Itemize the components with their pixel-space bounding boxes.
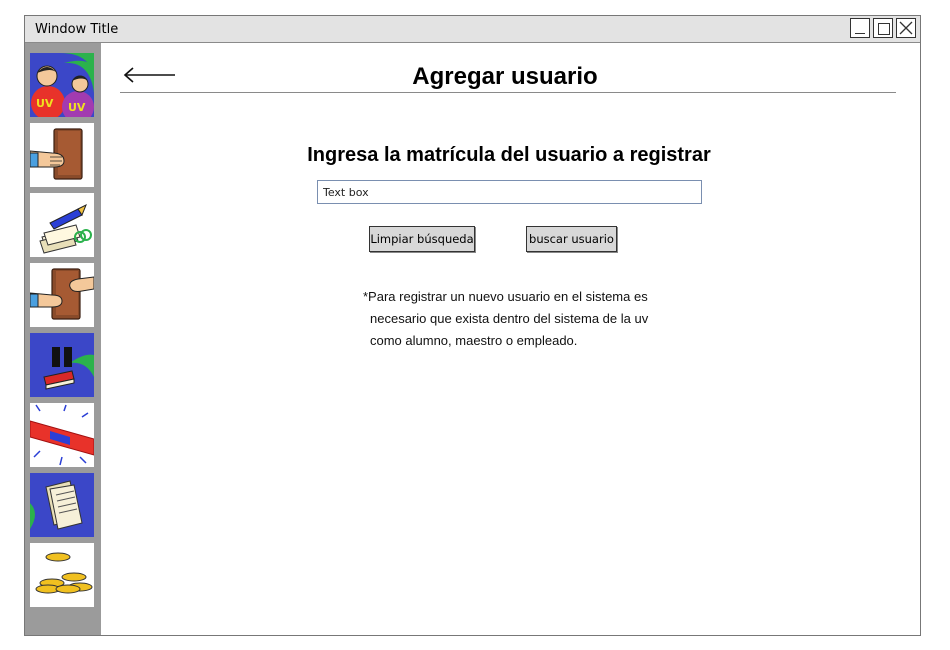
maximize-icon[interactable] (873, 18, 893, 38)
pause-book-icon (30, 333, 94, 397)
sidebar-item-book-return[interactable] (30, 123, 94, 187)
info-note-line-1: *Para registrar un nuevo usuario en el s… (363, 289, 648, 304)
sidebar-item-fines[interactable] (30, 543, 94, 607)
info-note-line-3: como alumno, maestro o empleado. (370, 333, 578, 348)
hand-book-icon (30, 123, 94, 187)
svg-text:UV: UV (68, 101, 86, 114)
matricula-input[interactable] (317, 180, 702, 204)
sidebar-item-catalog[interactable] (30, 193, 94, 257)
info-note-line-2: necesario que exista dentro del sistema … (370, 311, 649, 326)
window-title: Window Title (35, 22, 119, 37)
siren-icon (30, 403, 94, 467)
book-exchange-icon (30, 263, 94, 327)
sidebar-item-documents[interactable] (30, 473, 94, 537)
minimize-icon[interactable] (850, 18, 870, 38)
sidebar-item-loans[interactable] (30, 263, 94, 327)
users-uv-icon: UV UV (30, 53, 94, 117)
sidebar-item-pause[interactable] (30, 333, 94, 397)
svg-text:UV: UV (36, 97, 54, 110)
form-prompt: Ingresa la matrícula del usuario a regis… (307, 144, 711, 166)
coins-icon (30, 543, 94, 607)
sidebar: UV UV (25, 43, 101, 635)
sidebar-item-users[interactable]: UV UV (30, 53, 94, 117)
close-icon[interactable] (896, 18, 916, 38)
page-title: Agregar usuario (412, 63, 598, 90)
main-content: Agregar usuario Ingresa la matrícula del… (101, 43, 920, 635)
papers-pencil-icon (30, 193, 94, 257)
title-divider (120, 92, 896, 93)
info-note: *Para registrar un nuevo usuario en el s… (363, 286, 683, 352)
sidebar-item-alerts[interactable] (30, 403, 94, 467)
clear-search-button[interactable]: Limpiar búsqueda (369, 226, 475, 252)
title-bar[interactable]: Window Title (25, 16, 920, 43)
search-user-button[interactable]: buscar usuario (526, 226, 617, 252)
app-window: Window Title UV UV Agregar usuario Ingre… (24, 15, 921, 636)
documents-icon (30, 473, 94, 537)
